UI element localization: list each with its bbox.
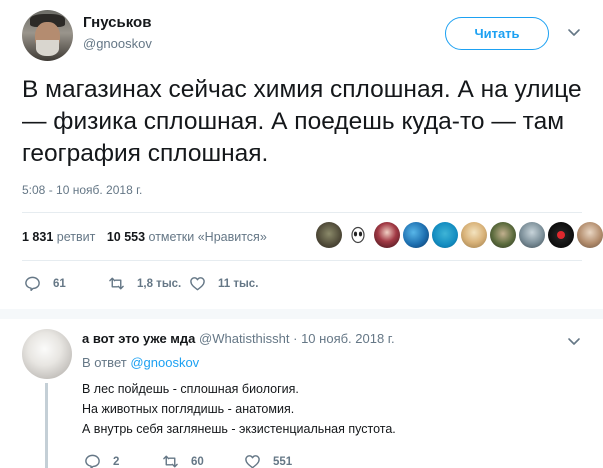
follow-button[interactable]: Читать <box>445 17 549 50</box>
reply-retweet-count: 60 <box>191 455 204 468</box>
like-icon <box>245 455 260 468</box>
liker-avatar[interactable] <box>345 222 371 248</box>
reply-count: 61 <box>53 277 66 290</box>
avatar-beard <box>36 40 59 56</box>
like-count: 11 тыс. <box>218 277 259 290</box>
retweets-count[interactable]: 1 831 <box>22 230 53 244</box>
divider <box>22 260 582 261</box>
section-separator <box>0 309 603 319</box>
liker-avatars <box>316 222 603 248</box>
liker-avatar[interactable] <box>490 222 516 248</box>
reply-text-line: В лес пойдешь - сплошная биология. <box>82 382 299 396</box>
reply-icon <box>85 454 100 468</box>
reply-header: а вот это уже мда @Whatisthissht · 10 но… <box>82 331 395 346</box>
chevron-down-icon[interactable] <box>566 333 582 349</box>
reply-text: В лес пойдешь - сплошная биология. На жи… <box>82 379 396 439</box>
like-icon <box>190 277 205 291</box>
reply-reply-action[interactable]: 2 <box>84 453 119 468</box>
reply-author-display-name[interactable]: а вот это уже мда <box>82 331 195 346</box>
author-display-name[interactable]: Гнуськов <box>83 14 151 31</box>
reply-icon <box>25 276 40 292</box>
divider <box>22 212 582 213</box>
tweet-stats: 1 831 ретвит 10 553 отметки «Нравится» <box>22 230 267 244</box>
likes-label[interactable]: отметки «Нравится» <box>149 230 267 244</box>
liker-avatar[interactable] <box>577 222 603 248</box>
author-screen-name[interactable]: @gnooskov <box>83 36 152 51</box>
author-avatar[interactable] <box>22 10 73 61</box>
tweet-timestamp[interactable]: 5:08 - 10 нояб. 2018 г. <box>22 183 142 197</box>
retweet-action[interactable]: 1,8 тыс. <box>108 275 181 292</box>
reply-actions: 2 60 551 <box>84 453 584 468</box>
reply-context: В ответ @gnooskov <box>82 355 199 370</box>
retweet-count: 1,8 тыс. <box>137 277 182 290</box>
liker-avatar[interactable] <box>519 222 545 248</box>
reply-date[interactable]: · 10 нояб. 2018 г. <box>293 331 394 346</box>
reply-text-line: А внутрь себя заглянешь - экзистенциальн… <box>82 422 396 436</box>
in-reply-label: В ответ <box>82 355 127 370</box>
liker-avatar[interactable] <box>461 222 487 248</box>
reply-reply-count: 2 <box>113 455 120 468</box>
liker-avatar[interactable] <box>316 222 342 248</box>
reply-like-count: 551 <box>273 455 293 468</box>
liker-avatar[interactable] <box>548 222 574 248</box>
reply-author-avatar[interactable] <box>22 329 72 379</box>
liker-emblem-icon <box>557 231 565 239</box>
reply-like-action[interactable]: 551 <box>244 453 292 468</box>
likes-count[interactable]: 10 553 <box>107 230 145 244</box>
reply-author-screen-name[interactable]: @Whatisthissht <box>199 331 290 346</box>
thread-line <box>45 383 48 468</box>
liker-avatar[interactable] <box>374 222 400 248</box>
liker-avatar[interactable] <box>432 222 458 248</box>
retweet-icon <box>163 455 178 468</box>
retweet-icon <box>109 277 124 290</box>
reply-text-line: На животных поглядишь - анатомия. <box>82 402 295 416</box>
reply-retweet-action[interactable]: 60 <box>162 453 204 468</box>
like-action[interactable]: 11 тыс. <box>189 275 258 292</box>
alien-icon <box>351 226 365 244</box>
tweet-actions: 61 1,8 тыс. 11 тыс. <box>24 275 584 293</box>
retweets-label[interactable]: ретвит <box>57 230 96 244</box>
chevron-down-icon[interactable] <box>566 24 582 40</box>
reply-action[interactable]: 61 <box>24 275 66 292</box>
in-reply-mention[interactable]: @gnooskov <box>130 355 199 370</box>
liker-avatar[interactable] <box>403 222 429 248</box>
tweet-text: В магазинах сейчас химия сплошная. А на … <box>22 76 582 167</box>
